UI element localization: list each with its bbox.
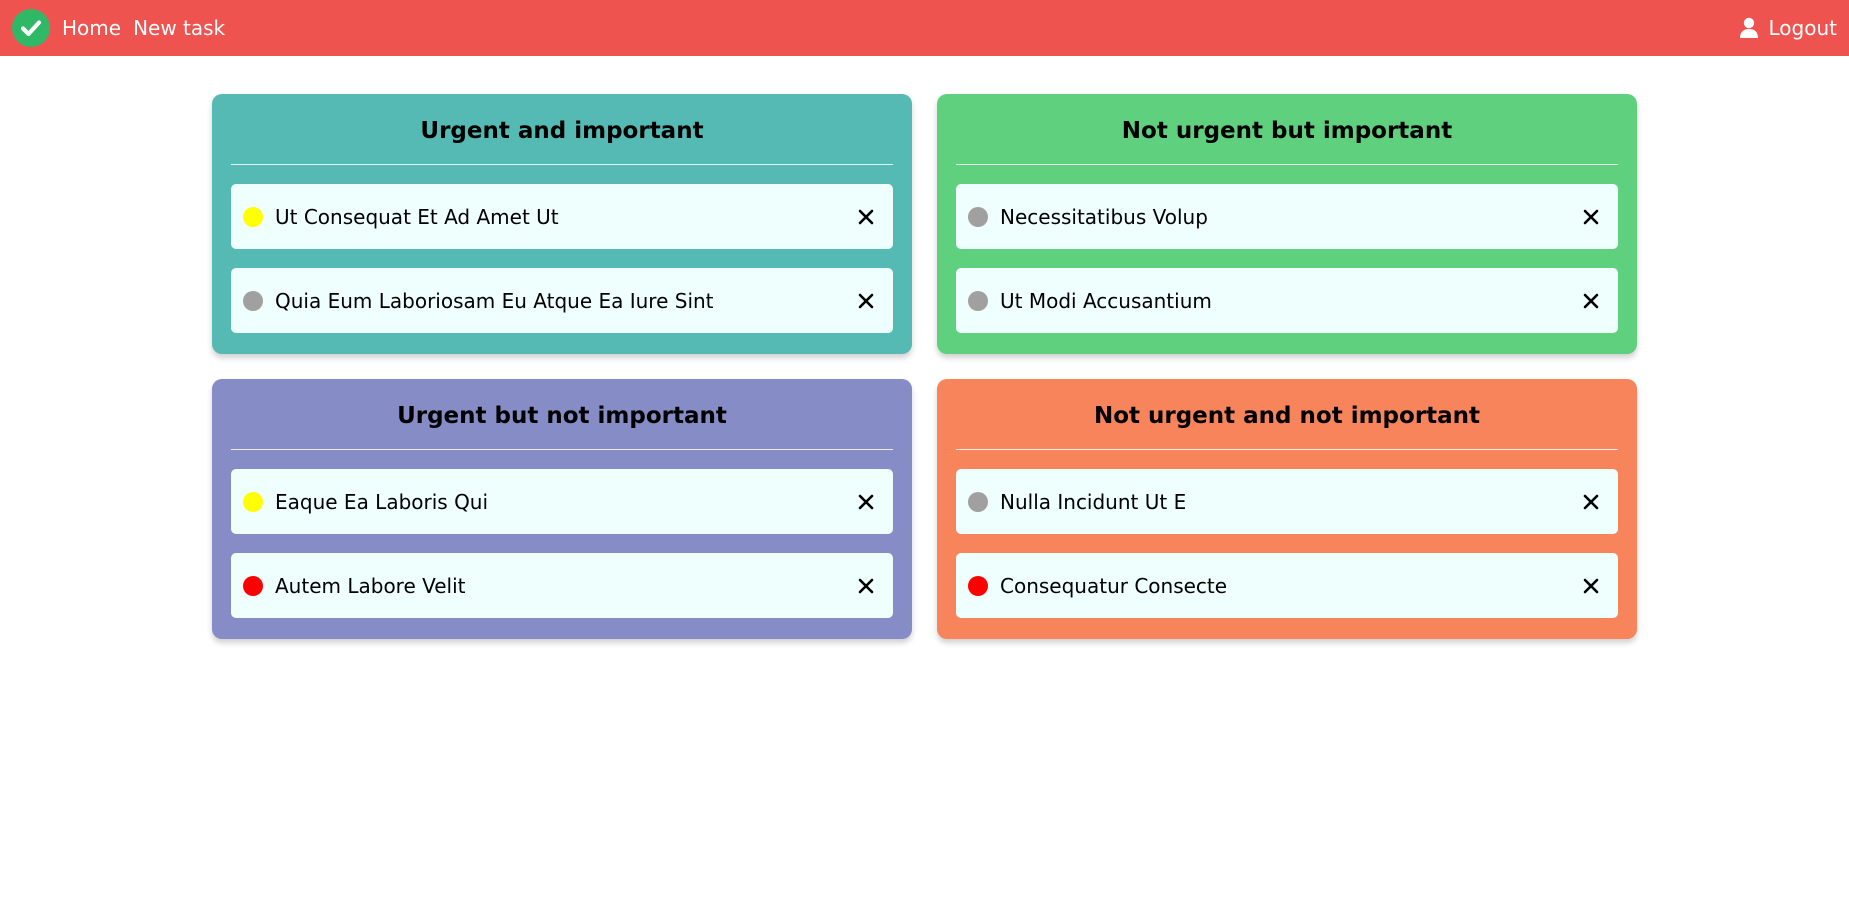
priority-dot: [968, 575, 988, 596]
task-label: Ut Consequat Et Ad Amet Ut: [275, 204, 559, 229]
logout-button[interactable]: Logout: [1739, 16, 1837, 40]
delete-task-button[interactable]: [851, 487, 881, 517]
check-circle-icon[interactable]: [12, 9, 50, 47]
task-label: Ut Modi Accusantium: [1000, 288, 1212, 313]
task-item[interactable]: Necessitatibus Volup: [956, 184, 1618, 249]
quadrant-title: Not urgent and not important: [956, 379, 1618, 450]
logout-label: Logout: [1768, 16, 1837, 40]
task-item[interactable]: Quia Eum Laboriosam Eu Atque Ea Iure Sin…: [231, 268, 893, 333]
task-item[interactable]: Eaque Ea Laboris Qui: [231, 469, 893, 534]
delete-task-button[interactable]: [1576, 487, 1606, 517]
close-icon: [858, 494, 874, 509]
priority-dot: [968, 206, 988, 227]
delete-task-button[interactable]: [1576, 202, 1606, 232]
priority-dot: [243, 290, 263, 311]
eisenhower-matrix: Urgent and important Ut Consequat Et Ad …: [212, 94, 1637, 639]
quadrant-title: Not urgent but important: [956, 94, 1618, 165]
priority-dot: [243, 206, 263, 227]
close-icon: [858, 293, 874, 308]
delete-task-button[interactable]: [851, 571, 881, 601]
delete-task-button[interactable]: [1576, 286, 1606, 316]
quadrant-urgent-not-important: Urgent but not important Eaque Ea Labori…: [212, 379, 912, 639]
nav-new-task-link[interactable]: New task: [133, 16, 225, 40]
task-item[interactable]: Ut Consequat Et Ad Amet Ut: [231, 184, 893, 249]
delete-task-button[interactable]: [851, 286, 881, 316]
task-label: Autem Labore Velit: [275, 573, 466, 598]
close-icon: [858, 578, 874, 593]
close-icon: [1583, 293, 1599, 308]
navbar: Home New task Logout: [0, 0, 1849, 56]
task-item[interactable]: Nulla Incidunt Ut E: [956, 469, 1618, 534]
close-icon: [1583, 578, 1599, 593]
priority-dot: [243, 491, 263, 512]
quadrant-title: Urgent but not important: [231, 379, 893, 450]
nav-home-link[interactable]: Home: [62, 16, 121, 40]
user-icon: [1739, 17, 1758, 38]
task-item[interactable]: Autem Labore Velit: [231, 553, 893, 618]
close-icon: [1583, 494, 1599, 509]
quadrant-title: Urgent and important: [231, 94, 893, 165]
task-label: Quia Eum Laboriosam Eu Atque Ea Iure Sin…: [275, 288, 714, 313]
task-label: Consequatur Consecte: [1000, 573, 1228, 598]
close-icon: [1583, 209, 1599, 224]
nav-left: Home New task: [12, 9, 225, 47]
priority-dot: [243, 575, 263, 596]
delete-task-button[interactable]: [851, 202, 881, 232]
task-label: Nulla Incidunt Ut E: [1000, 489, 1187, 514]
task-item[interactable]: Ut Modi Accusantium: [956, 268, 1618, 333]
priority-dot: [968, 290, 988, 311]
check-mark-icon: [20, 20, 42, 37]
priority-dot: [968, 491, 988, 512]
delete-task-button[interactable]: [1576, 571, 1606, 601]
task-label: Eaque Ea Laboris Qui: [275, 489, 489, 514]
close-icon: [858, 209, 874, 224]
task-label: Necessitatibus Volup: [1000, 204, 1208, 229]
quadrant-urgent-important: Urgent and important Ut Consequat Et Ad …: [212, 94, 912, 354]
task-item[interactable]: Consequatur Consecte: [956, 553, 1618, 618]
quadrant-not-urgent-not-important: Not urgent and not important Nulla Incid…: [937, 379, 1637, 639]
quadrant-not-urgent-important: Not urgent but important Necessitatibus …: [937, 94, 1637, 354]
